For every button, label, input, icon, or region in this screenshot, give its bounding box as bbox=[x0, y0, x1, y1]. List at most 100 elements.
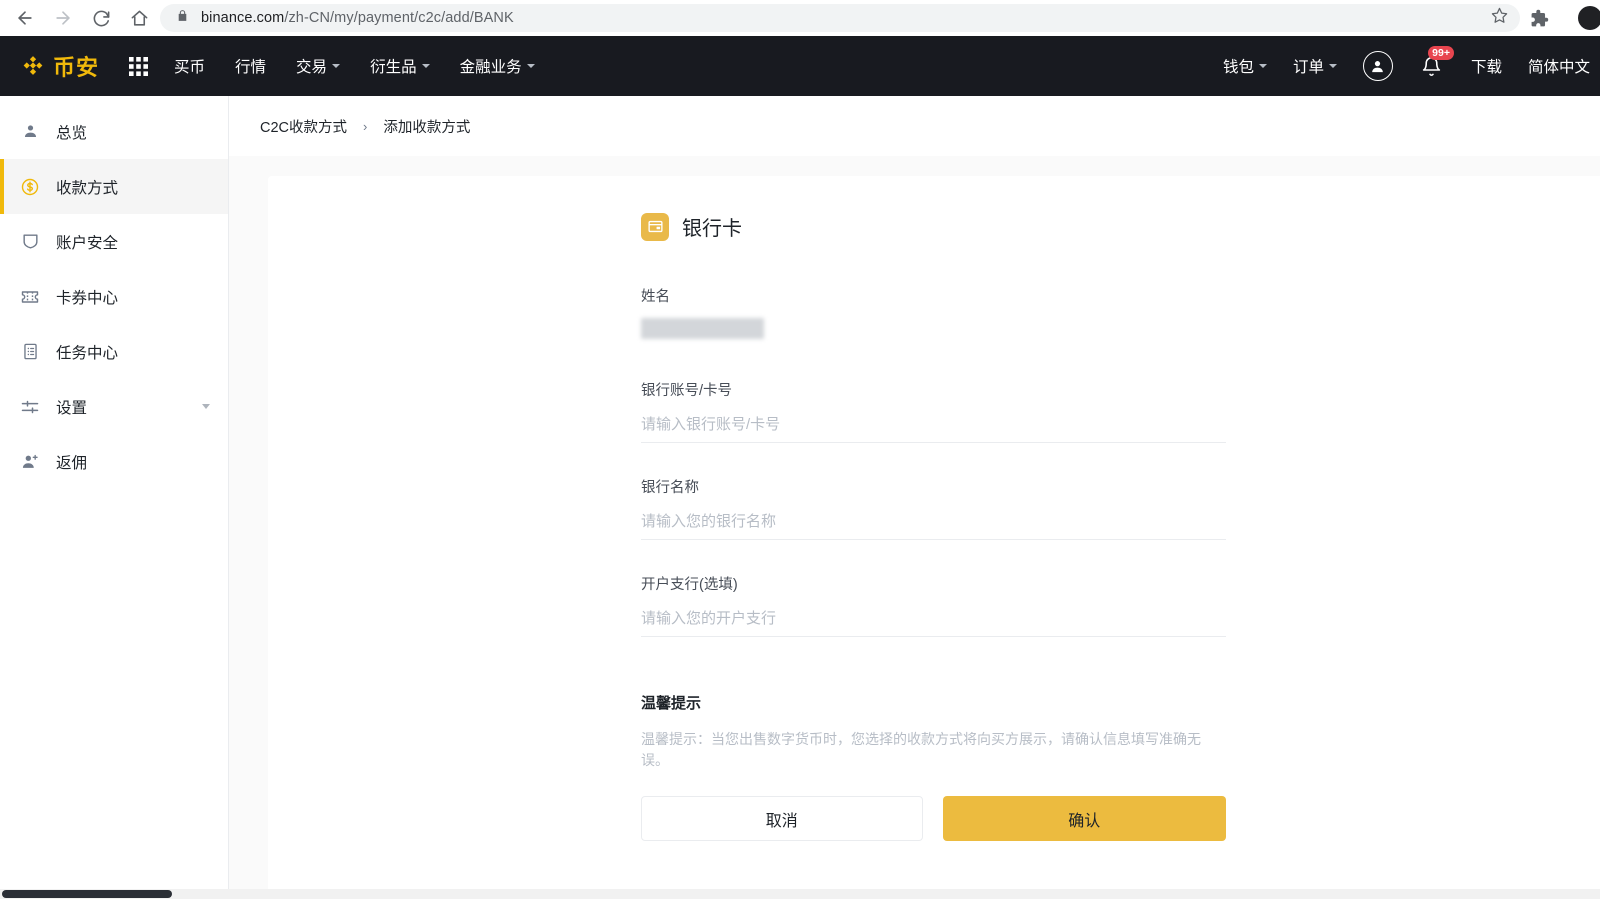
chevron-down-icon bbox=[1258, 64, 1267, 68]
chevron-down-icon bbox=[332, 64, 341, 68]
main-nav: 买币 行情 交易 衍生品 金融业务 bbox=[174, 55, 535, 77]
form-header: 银行卡 bbox=[641, 212, 1226, 241]
sidebar-item-referral[interactable]: 返佣 bbox=[0, 434, 228, 489]
user-avatar-icon[interactable] bbox=[1362, 51, 1393, 81]
browser-toolbar: binance.com/zh-CN/my/payment/c2c/add/BAN… bbox=[0, 0, 1600, 36]
home-icon bbox=[131, 10, 147, 26]
tips-section: 温馨提示 温馨提示：当您出售数字货币时，您选择的收款方式将向买方展示，请确认信息… bbox=[641, 692, 1226, 771]
horizontal-scrollbar-track[interactable] bbox=[0, 889, 1600, 899]
nav-item-wallet[interactable]: 钱包 bbox=[1223, 55, 1267, 77]
browser-profile-icon[interactable] bbox=[1578, 6, 1600, 30]
sidebar-item-label: 卡券中心 bbox=[56, 289, 119, 307]
puzzle-extensions-icon[interactable] bbox=[1530, 9, 1549, 33]
chevron-down-icon bbox=[526, 64, 535, 68]
form-actions: 取消 确认 bbox=[641, 796, 1226, 841]
field-label: 姓名 bbox=[641, 289, 670, 305]
page-body: 总览 收款方式 账户安全 卡券中心 任务中心 设置 返佣 C2C收款方式 › 添… bbox=[0, 96, 1600, 899]
address-bar[interactable]: binance.com/zh-CN/my/payment/c2c/add/BAN… bbox=[160, 4, 1520, 32]
branch-input[interactable] bbox=[641, 604, 1226, 637]
lock-icon bbox=[176, 9, 189, 27]
redacted-name-value bbox=[641, 318, 764, 339]
sidebar-item-label: 返佣 bbox=[56, 454, 88, 472]
form-field-branch: 开户支行(选填) bbox=[641, 573, 1226, 637]
chevron-down-icon bbox=[202, 404, 210, 409]
form-field-account-number: 银行账号/卡号 bbox=[641, 379, 1226, 443]
breadcrumb-current: 添加收款方式 bbox=[383, 119, 471, 136]
chevron-down-icon bbox=[421, 64, 430, 68]
sidebar-item-settings[interactable]: 设置 bbox=[0, 379, 228, 434]
bank-card-icon bbox=[641, 212, 669, 241]
ticket-icon bbox=[18, 287, 42, 307]
nav-item-buy-crypto[interactable]: 买币 bbox=[174, 55, 205, 77]
sidebar-item-overview[interactable]: 总览 bbox=[0, 104, 228, 159]
form-title: 银行卡 bbox=[682, 218, 742, 240]
shield-icon bbox=[18, 232, 42, 251]
field-label: 开户支行(选填) bbox=[641, 577, 738, 593]
bank-name-input[interactable] bbox=[641, 507, 1226, 540]
tips-title: 温馨提示 bbox=[641, 695, 702, 712]
nav-item-finance[interactable]: 金融业务 bbox=[460, 55, 535, 77]
reload-button[interactable] bbox=[84, 3, 118, 33]
breadcrumb: C2C收款方式 › 添加收款方式 bbox=[229, 96, 1600, 156]
site-header: 币安 买币 行情 交易 衍生品 金融业务 钱包 订单 99+ 下载 简体中文 bbox=[0, 36, 1600, 96]
logo-text: 币安 bbox=[53, 55, 100, 80]
sidebar-item-coupon-center[interactable]: 卡券中心 bbox=[0, 269, 228, 324]
sidebar-item-label: 任务中心 bbox=[56, 344, 119, 362]
nav-item-derivatives[interactable]: 衍生品 bbox=[370, 55, 430, 77]
tips-text: 温馨提示：当您出售数字货币时，您选择的收款方式将向买方展示，请确认信息填写准确无… bbox=[641, 731, 1201, 768]
name-value-readonly bbox=[641, 316, 1226, 346]
sidebar-item-label: 收款方式 bbox=[56, 179, 119, 197]
header-right-actions: 钱包 订单 99+ 下载 简体中文 bbox=[1223, 46, 1600, 81]
nav-label: 买币 bbox=[174, 59, 206, 76]
sidebar-item-account-security[interactable]: 账户安全 bbox=[0, 214, 228, 269]
form-card: 银行卡 姓名 银行账号/卡号 请输入银行账号/卡号 银行名称 请输入您的银行名称… bbox=[268, 176, 1600, 899]
nav-label: 交易 bbox=[296, 59, 328, 76]
home-button[interactable] bbox=[122, 3, 156, 33]
nav-item-language[interactable]: 简体中文 bbox=[1528, 55, 1590, 77]
account-number-input[interactable] bbox=[641, 410, 1226, 443]
binance-diamond-logo bbox=[23, 56, 43, 75]
forward-arrow-icon bbox=[56, 11, 70, 25]
notification-badge: 99+ bbox=[1428, 46, 1454, 60]
forward-button[interactable] bbox=[46, 3, 80, 33]
reload-icon bbox=[93, 10, 109, 26]
nav-item-download[interactable]: 下载 bbox=[1471, 55, 1502, 77]
add-bank-card-form: 银行卡 姓名 银行账号/卡号 请输入银行账号/卡号 银行名称 请输入您的银行名称… bbox=[641, 212, 1226, 841]
breadcrumb-separator-icon: › bbox=[363, 118, 368, 134]
sidebar-item-payment-methods[interactable]: 收款方式 bbox=[0, 159, 228, 214]
nav-label: 简体中文 bbox=[1527, 59, 1590, 76]
nav-item-markets[interactable]: 行情 bbox=[235, 55, 266, 77]
sidebar-item-label: 总览 bbox=[56, 124, 88, 142]
sliders-settings-icon bbox=[18, 397, 42, 417]
breadcrumb-parent-link[interactable]: C2C收款方式 bbox=[260, 116, 347, 137]
nav-item-trade[interactable]: 交易 bbox=[296, 55, 341, 77]
sidebar-item-task-center[interactable]: 任务中心 bbox=[0, 324, 228, 379]
url-text: binance.com/zh-CN/my/payment/c2c/add/BAN… bbox=[201, 10, 514, 26]
dollar-circle-icon bbox=[18, 177, 42, 197]
sidebar-item-label: 设置 bbox=[56, 399, 88, 417]
field-label: 银行账号/卡号 bbox=[641, 383, 733, 399]
back-arrow-icon bbox=[18, 11, 32, 25]
user-overview-icon bbox=[18, 122, 42, 141]
nav-label: 衍生品 bbox=[370, 59, 417, 76]
sidebar-item-label: 账户安全 bbox=[56, 234, 119, 252]
notifications-button[interactable]: 99+ bbox=[1419, 46, 1454, 80]
main-content: C2C收款方式 › 添加收款方式 银行卡 姓名 银行账号/卡号 请输入银行账号/… bbox=[229, 96, 1600, 899]
horizontal-scrollbar-thumb[interactable] bbox=[2, 890, 172, 898]
browser-nav-buttons bbox=[0, 3, 156, 33]
nav-item-orders[interactable]: 订单 bbox=[1293, 55, 1337, 77]
clipboard-tasks-icon bbox=[18, 342, 42, 361]
grid-apps-icon[interactable] bbox=[129, 56, 149, 76]
chevron-down-icon bbox=[1328, 64, 1337, 68]
url-path: /zh-CN/my/payment/c2c/add/BANK bbox=[284, 10, 514, 26]
nav-label: 金融业务 bbox=[459, 59, 522, 76]
binance-logo[interactable]: 币安 bbox=[20, 50, 99, 82]
bookmark-star-icon[interactable] bbox=[1491, 7, 1508, 29]
sidebar: 总览 收款方式 账户安全 卡券中心 任务中心 设置 返佣 bbox=[0, 96, 229, 899]
form-field-bank-name: 银行名称 bbox=[641, 476, 1226, 540]
nav-label: 钱包 bbox=[1222, 59, 1254, 76]
confirm-button[interactable]: 确认 bbox=[942, 796, 1226, 841]
cancel-button[interactable]: 取消 bbox=[641, 796, 923, 841]
back-button[interactable] bbox=[8, 3, 42, 33]
form-field-name: 姓名 bbox=[641, 285, 1226, 346]
